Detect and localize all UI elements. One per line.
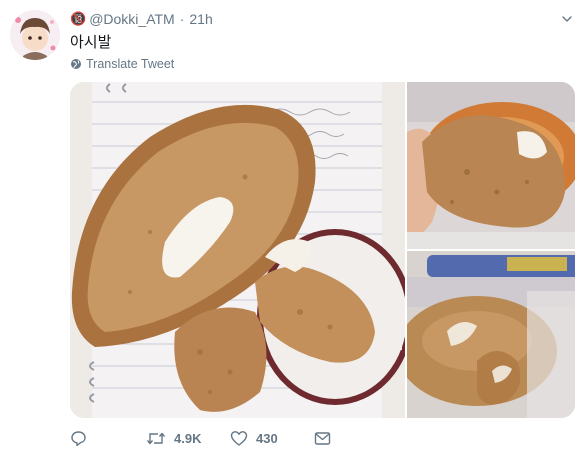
translate-label: Translate Tweet — [86, 57, 175, 71]
chevron-down-icon[interactable] — [562, 14, 572, 24]
like-button[interactable]: 430 — [230, 430, 314, 447]
translate-tweet-link[interactable]: Translate Tweet — [70, 57, 174, 71]
reply-button[interactable] — [70, 430, 146, 447]
retweet-button[interactable]: 4.9K — [146, 430, 230, 447]
envelope-icon — [314, 431, 331, 446]
media-grid — [70, 82, 575, 418]
tweet-actions: 4.9K 430 — [70, 430, 331, 447]
time-separator: · — [179, 11, 185, 27]
bread-photo-bottom-right[interactable] — [407, 251, 575, 418]
reply-icon — [70, 430, 87, 447]
tweet-text: 아시발 — [70, 34, 112, 51]
user-handle[interactable]: @Dokki_ATM — [89, 11, 175, 27]
globe-icon — [70, 58, 82, 70]
bread-photo-main[interactable] — [70, 82, 405, 418]
bread-photo-top-right[interactable] — [407, 82, 575, 249]
retweet-count: 4.9K — [174, 431, 202, 446]
heart-icon — [230, 430, 248, 447]
tweet-timestamp[interactable]: 21h — [189, 11, 212, 27]
tweet-header: 🔞 @Dokki_ATM · 21h — [70, 11, 213, 27]
direct-message-button[interactable] — [314, 431, 331, 446]
avatar[interactable] — [10, 10, 60, 60]
like-count: 430 — [256, 431, 278, 446]
retweet-icon — [146, 430, 166, 447]
tweet-card: 🔞 @Dokki_ATM · 21h 아시발 Translate Tweet 4… — [0, 0, 586, 459]
user-badge: 🔞 — [70, 11, 87, 26]
